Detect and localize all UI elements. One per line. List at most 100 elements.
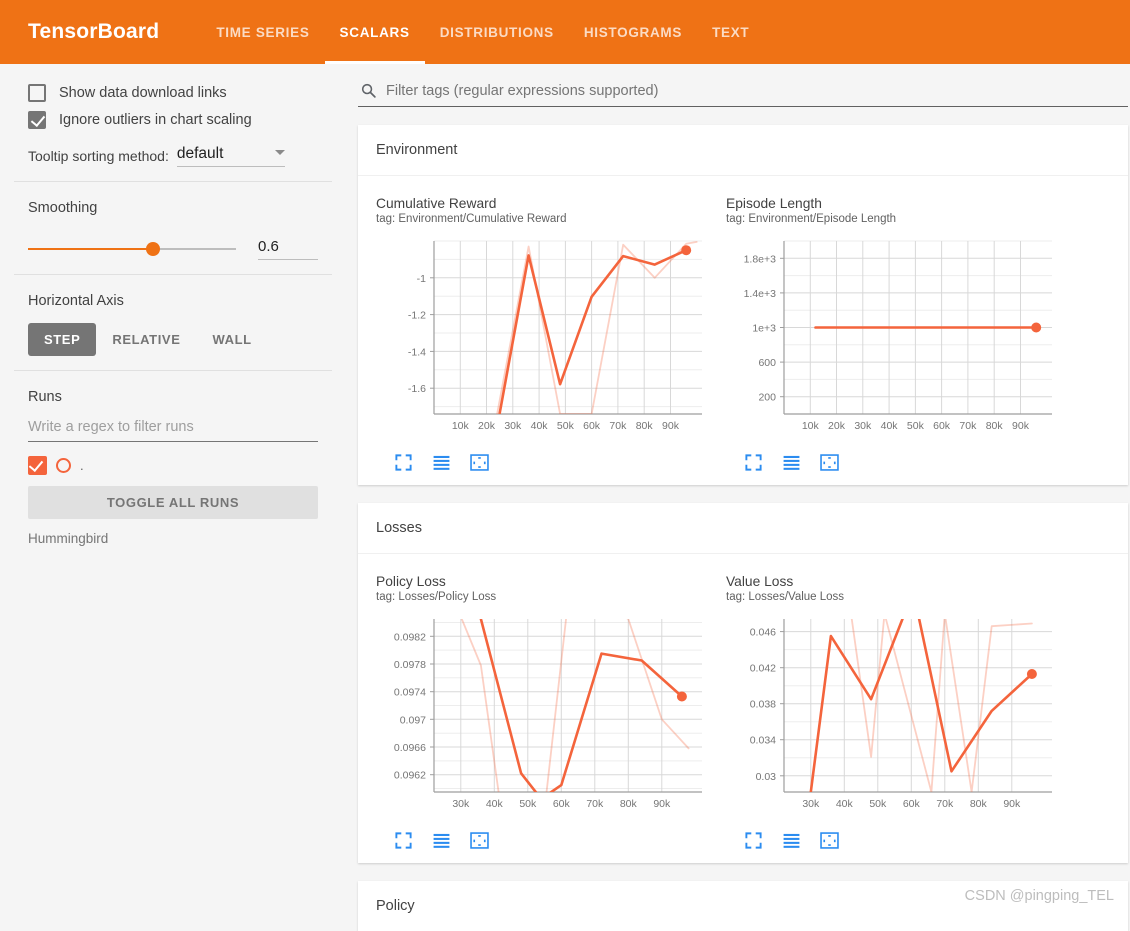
svg-text:1e+3: 1e+3 xyxy=(752,323,776,335)
chart-canvas[interactable]: -1 -1.2 -1.4 -1.6 10k 20k 30k 40k 50k 60k 70k 80k 90… xyxy=(376,235,708,440)
last-point-marker xyxy=(1026,669,1037,679)
svg-text:1.4e+3: 1.4e+3 xyxy=(744,288,777,300)
main-content: Filter tags (regular expressions support… xyxy=(346,64,1130,931)
data-table-icon[interactable] xyxy=(782,831,801,855)
fit-domain-icon[interactable] xyxy=(470,831,489,855)
chart-toolbar xyxy=(394,453,708,477)
sidebar-runs: Runs Write a regex to filter runs . TOGG… xyxy=(0,371,346,560)
svg-text:0.097: 0.097 xyxy=(400,714,426,726)
svg-text:0.03: 0.03 xyxy=(756,771,777,783)
section-card-losses: Losses Policy Loss tag: Losses/Policy Lo… xyxy=(358,503,1128,863)
svg-text:50k: 50k xyxy=(519,798,537,810)
svg-text:0.034: 0.034 xyxy=(750,735,776,747)
tab-distributions[interactable]: DISTRIBUTIONS xyxy=(425,0,569,64)
last-point-marker xyxy=(676,691,687,702)
axis-relative-button[interactable]: RELATIVE xyxy=(96,323,196,356)
show-download-links-row[interactable]: Show data download links xyxy=(28,84,318,102)
expand-chart-icon[interactable] xyxy=(744,831,763,855)
nav-tabs: TIME SERIES SCALARS DISTRIBUTIONS HISTOG… xyxy=(201,0,764,64)
section-body-environment: Cumulative Reward tag: Environment/Cumul… xyxy=(358,176,1128,485)
app-bar: TensorBoard TIME SERIES SCALARS DISTRIBU… xyxy=(0,0,1130,64)
page-body: Show data download links Ignore outliers… xyxy=(0,64,1130,931)
smoothing-row: 0.6 xyxy=(28,238,318,260)
runs-title: Runs xyxy=(28,389,62,405)
fit-domain-icon[interactable] xyxy=(820,831,839,855)
data-table-icon[interactable] xyxy=(782,453,801,477)
svg-text:0.0974: 0.0974 xyxy=(394,687,426,699)
svg-text:40k: 40k xyxy=(881,420,899,432)
section-header-losses[interactable]: Losses xyxy=(358,503,1128,554)
svg-text:-1: -1 xyxy=(417,273,426,285)
svg-text:40k: 40k xyxy=(836,798,854,810)
tab-scalars[interactable]: SCALARS xyxy=(324,0,425,64)
show-download-links-label: Show data download links xyxy=(59,85,227,101)
run-enabled-checkbox[interactable] xyxy=(28,456,47,475)
chart-tag: tag: Losses/Policy Loss xyxy=(376,591,497,603)
chart-plot[interactable]: -1 -1.2 -1.4 -1.6 10k 20k 30k 40k 50k 60k 70k 80k 90… xyxy=(376,235,708,445)
chart-toolbar xyxy=(744,831,1058,855)
smoothing-slider[interactable] xyxy=(28,240,237,258)
svg-text:30k: 30k xyxy=(854,420,872,432)
section-header-environment[interactable]: Environment xyxy=(358,125,1128,176)
chart-cumulative-reward: Cumulative Reward tag: Environment/Cumul… xyxy=(358,182,708,477)
svg-text:70k: 70k xyxy=(959,420,977,432)
svg-text:90k: 90k xyxy=(1003,798,1021,810)
svg-text:70k: 70k xyxy=(609,420,627,432)
series-line xyxy=(460,619,690,792)
tooltip-sorting-value: default xyxy=(176,145,224,162)
app-brand: TensorBoard xyxy=(28,20,160,43)
sidebar-horizontal-axis: Horizontal Axis STEP RELATIVE WALL xyxy=(0,275,346,370)
search-icon xyxy=(361,83,376,98)
tooltip-sorting-select[interactable]: default xyxy=(176,145,285,167)
expand-chart-icon[interactable] xyxy=(744,453,763,477)
run-color-circle-icon[interactable] xyxy=(56,458,71,473)
smoothing-value-input[interactable]: 0.6 xyxy=(258,238,318,260)
tag-filter-placeholder: Filter tags (regular expressions support… xyxy=(386,82,659,99)
svg-text:80k: 80k xyxy=(970,798,988,810)
svg-text:50k: 50k xyxy=(907,420,925,432)
chart-plot[interactable]: 0.0982 0.0978 0.0974 0.097 0.0966 0.0962 30k 40… xyxy=(376,613,708,823)
tab-time-series[interactable]: TIME SERIES xyxy=(201,0,324,64)
fit-domain-icon[interactable] xyxy=(470,453,489,477)
fit-domain-icon[interactable] xyxy=(820,453,839,477)
run-dot-label: . xyxy=(80,458,84,473)
svg-text:0.0982: 0.0982 xyxy=(394,631,426,643)
chart-canvas[interactable]: 0.046 0.042 0.038 0.034 0.03 30k 40k 50k 60k 70k 8… xyxy=(726,613,1058,818)
axis-wall-button[interactable]: WALL xyxy=(196,323,267,356)
svg-text:40k: 40k xyxy=(486,798,504,810)
expand-chart-icon[interactable] xyxy=(394,831,413,855)
slider-thumb[interactable] xyxy=(145,242,160,256)
svg-text:60k: 60k xyxy=(903,798,921,810)
svg-text:80k: 80k xyxy=(636,420,654,432)
svg-text:20k: 20k xyxy=(828,420,846,432)
svg-text:90k: 90k xyxy=(1012,420,1030,432)
svg-text:60k: 60k xyxy=(553,798,571,810)
chart-canvas[interactable]: 1.8e+3 1.4e+3 1e+3 600 200 10k 20k 30k 40k 50k 60k… xyxy=(726,235,1058,440)
data-table-icon[interactable] xyxy=(432,453,451,477)
expand-chart-icon[interactable] xyxy=(394,453,413,477)
tab-text[interactable]: TEXT xyxy=(697,0,764,64)
svg-text:0.0962: 0.0962 xyxy=(394,770,426,782)
svg-text:200: 200 xyxy=(758,392,776,404)
tag-filter-input[interactable]: Filter tags (regular expressions support… xyxy=(358,82,1128,107)
chart-canvas[interactable]: 0.0982 0.0978 0.0974 0.097 0.0966 0.0962 30k 40… xyxy=(376,613,708,818)
chart-tag: tag: Environment/Episode Length xyxy=(726,213,897,225)
ignore-outliers-checkbox[interactable] xyxy=(28,111,46,129)
chart-plot[interactable]: 0.046 0.042 0.038 0.034 0.03 30k 40k 50k 60k 70k 8… xyxy=(726,613,1058,823)
svg-text:90k: 90k xyxy=(653,798,671,810)
data-table-icon[interactable] xyxy=(432,831,451,855)
runs-filter-input[interactable]: Write a regex to filter runs xyxy=(28,419,318,442)
axis-step-button[interactable]: STEP xyxy=(28,323,97,356)
svg-text:-1.2: -1.2 xyxy=(408,310,426,322)
toggle-all-runs-button[interactable]: TOGGLE ALL RUNS xyxy=(28,486,318,519)
show-download-links-checkbox[interactable] xyxy=(28,84,46,102)
svg-text:70k: 70k xyxy=(936,798,954,810)
ignore-outliers-row[interactable]: Ignore outliers in chart scaling xyxy=(28,111,318,129)
chevron-down-icon xyxy=(274,150,285,155)
section-card-environment: Environment Cumulative Reward tag: Envir… xyxy=(358,125,1128,485)
svg-text:30k: 30k xyxy=(452,798,470,810)
chart-plot[interactable]: 1.8e+3 1.4e+3 1e+3 600 200 10k 20k 30k 40k 50k 60k… xyxy=(726,235,1058,445)
tab-histograms[interactable]: HISTOGRAMS xyxy=(569,0,697,64)
run-toggle-row: . xyxy=(28,456,318,475)
last-point-marker xyxy=(681,245,692,256)
